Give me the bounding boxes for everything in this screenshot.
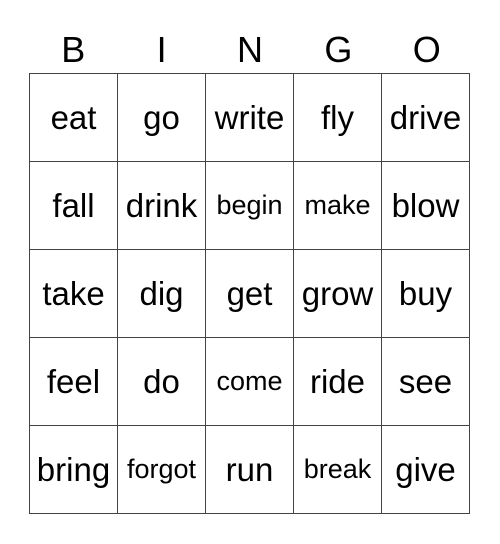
bingo-cell[interactable]: dig: [118, 250, 206, 338]
bingo-cell[interactable]: break: [294, 426, 382, 514]
header-letter-g: G: [324, 29, 353, 70]
header-letter-i: I: [156, 29, 167, 70]
header-letter-b: B: [61, 29, 86, 70]
bingo-cell[interactable]: grow: [294, 250, 382, 338]
bingo-cell[interactable]: drive: [382, 74, 470, 162]
bingo-cell[interactable]: write: [206, 74, 294, 162]
bingo-cell[interactable]: forgot: [118, 426, 206, 514]
bingo-cell[interactable]: fall: [30, 162, 118, 250]
bingo-cell[interactable]: eat: [30, 74, 118, 162]
header-letter-o: O: [412, 29, 441, 70]
bingo-cell[interactable]: drink: [118, 162, 206, 250]
bingo-header: BINGO: [29, 28, 471, 72]
bingo-cell[interactable]: get: [206, 250, 294, 338]
bingo-cell[interactable]: bring: [30, 426, 118, 514]
bingo-cell[interactable]: go: [118, 74, 206, 162]
bingo-cell[interactable]: begin: [206, 162, 294, 250]
bingo-cell[interactable]: make: [294, 162, 382, 250]
bingo-cell[interactable]: come: [206, 338, 294, 426]
bingo-cell[interactable]: give: [382, 426, 470, 514]
bingo-cell[interactable]: blow: [382, 162, 470, 250]
bingo-cell[interactable]: feel: [30, 338, 118, 426]
bingo-cell[interactable]: buy: [382, 250, 470, 338]
bingo-cell[interactable]: see: [382, 338, 470, 426]
bingo-cell[interactable]: fly: [294, 74, 382, 162]
bingo-cell[interactable]: do: [118, 338, 206, 426]
bingo-cell[interactable]: run: [206, 426, 294, 514]
bingo-cell[interactable]: take: [30, 250, 118, 338]
header-letter-n: N: [236, 29, 263, 70]
bingo-cell[interactable]: ride: [294, 338, 382, 426]
bingo-grid: eat go write fly drive fall drink begin make blow…: [29, 73, 470, 514]
